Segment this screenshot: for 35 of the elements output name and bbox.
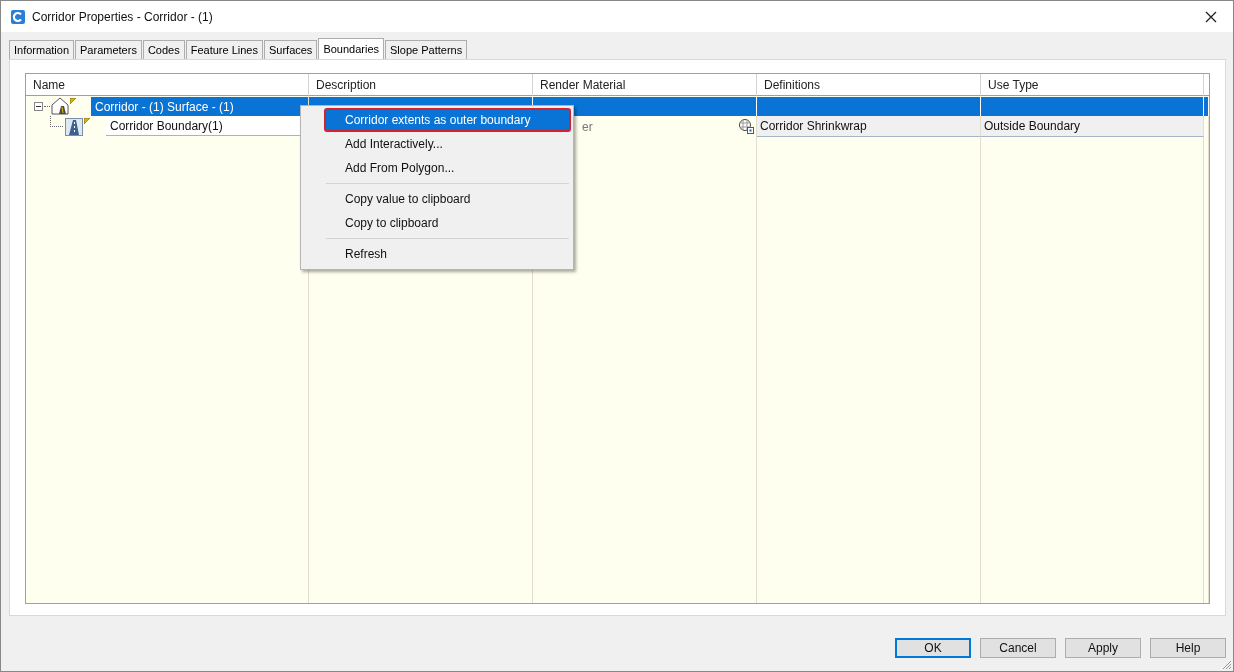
corner-marker-icon (84, 118, 90, 124)
window-title: Corridor Properties - Corridor - (1) (32, 9, 214, 24)
resize-grip-icon[interactable] (1222, 660, 1232, 670)
menu-item[interactable]: Corridor extents as outer boundary (324, 108, 571, 132)
dialog-button[interactable]: OK (895, 638, 971, 658)
dialog-button[interactable]: Help (1150, 638, 1226, 658)
table-cell: Outside Boundary (981, 116, 1204, 137)
menu-item[interactable]: Add From Polygon... (324, 156, 571, 180)
menu-item[interactable]: Refresh (324, 242, 571, 266)
column-header[interactable]: Render Material (533, 74, 757, 96)
tab[interactable]: Parameters (75, 40, 142, 59)
tree-item[interactable]: Corridor - (1) Surface - (1) (91, 96, 308, 116)
table-cell: Corridor Shrinkwrap (757, 116, 981, 137)
material-icon[interactable] (739, 119, 754, 134)
tab[interactable]: Boundaries (318, 38, 385, 59)
surface-icon (51, 97, 69, 115)
app-logo-icon (11, 9, 25, 24)
column-header[interactable]: Use Type (981, 74, 1204, 96)
tab[interactable]: Surfaces (263, 40, 318, 59)
tab[interactable]: Feature Lines (185, 40, 263, 59)
column-header[interactable]: Definitions (757, 74, 981, 96)
corner-marker-icon (70, 98, 76, 104)
tab[interactable]: Information (9, 40, 75, 59)
menu-item[interactable]: Copy to clipboard (324, 211, 571, 235)
dialog-button[interactable]: Cancel (980, 638, 1056, 658)
dialog-button[interactable]: Apply (1065, 638, 1141, 658)
tab[interactable]: Slope Patterns (385, 40, 468, 59)
road-icon (65, 117, 83, 136)
tab[interactable]: Codes (142, 40, 185, 59)
collapse-icon[interactable] (34, 101, 43, 111)
column-header[interactable]: Description (309, 74, 533, 96)
close-icon (1205, 10, 1217, 23)
menu-item[interactable]: Add Interactively... (324, 132, 571, 156)
menu-item[interactable]: Copy value to clipboard (324, 187, 571, 211)
table-cell: er (582, 119, 593, 134)
